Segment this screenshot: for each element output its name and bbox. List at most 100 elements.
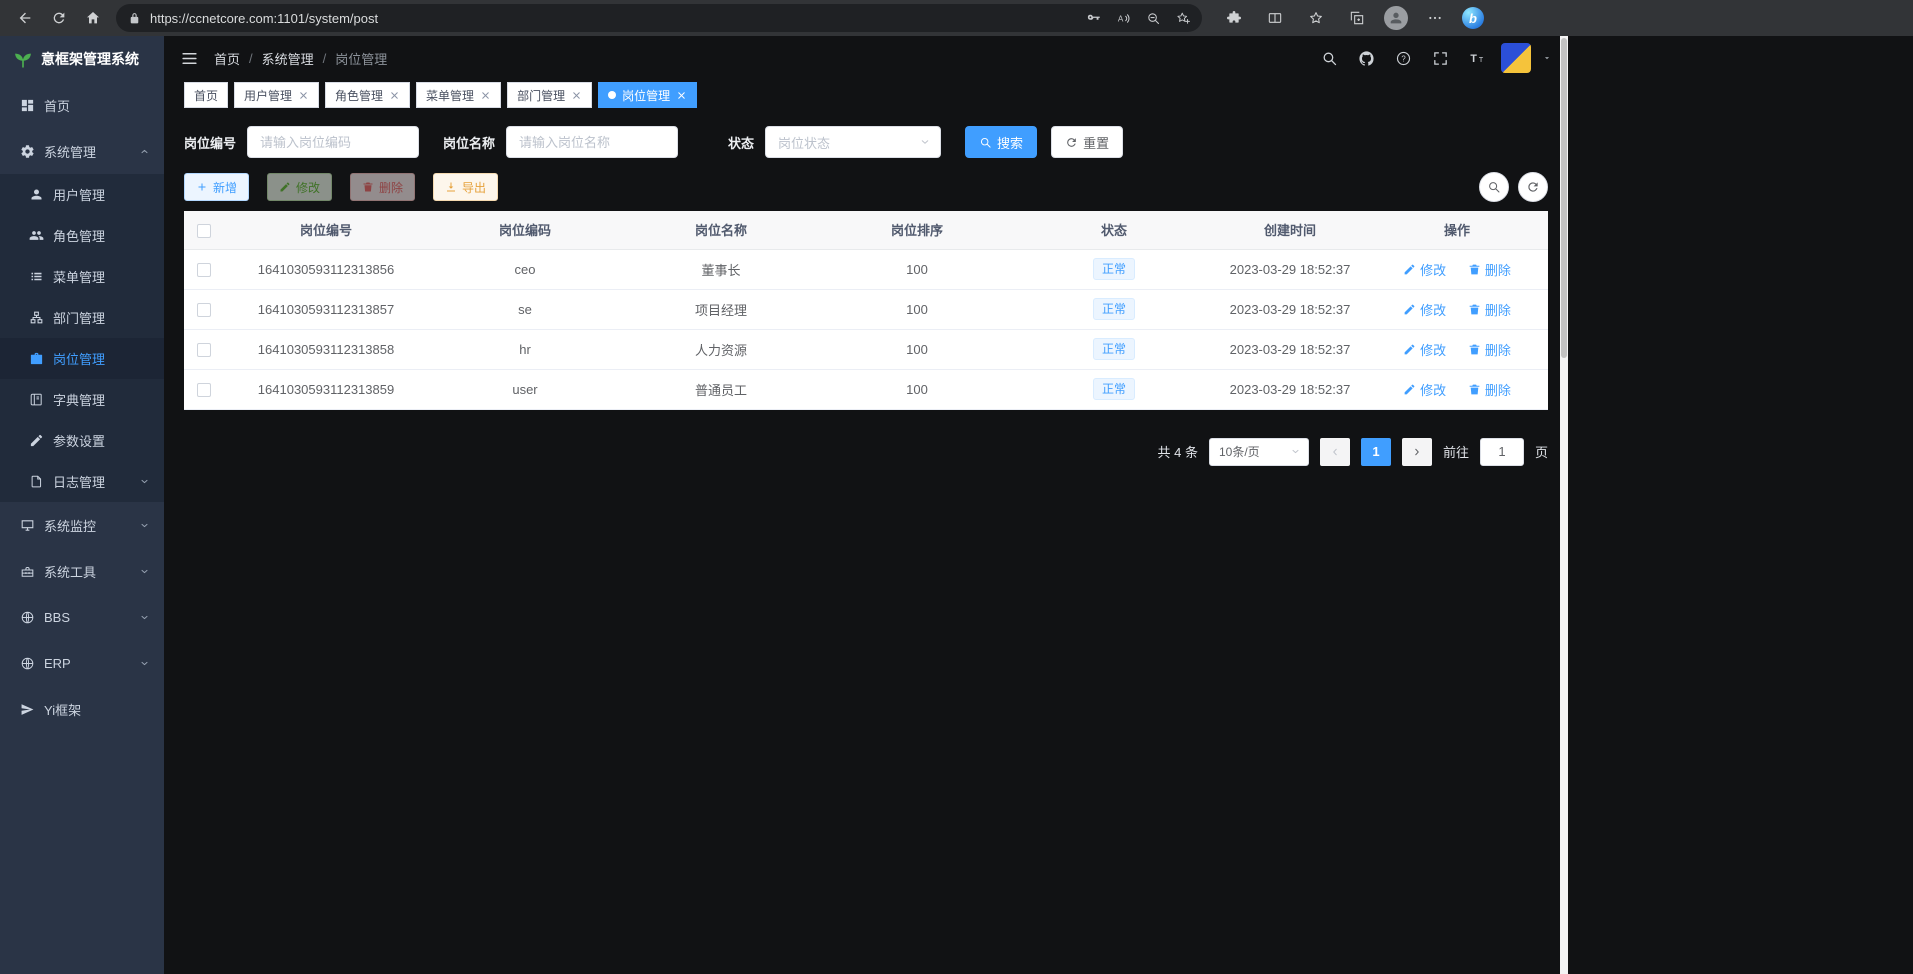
post-code-input[interactable] (247, 126, 419, 158)
sidebar-item-logs[interactable]: 日志管理 (0, 461, 164, 502)
extensions-button[interactable] (1220, 3, 1248, 33)
caret-down-icon[interactable] (1542, 53, 1552, 63)
close-icon[interactable] (571, 90, 582, 101)
close-icon[interactable] (480, 90, 491, 101)
close-icon[interactable] (298, 90, 309, 101)
edit-icon (1403, 303, 1416, 316)
add-button[interactable]: 新增 (184, 173, 249, 201)
page-number-button[interactable]: 1 (1361, 438, 1391, 466)
sidebar-item-home[interactable]: 首页 (0, 82, 164, 128)
sidebar-item-yi-framework[interactable]: Yi框架 (0, 686, 164, 732)
org-tree-icon (29, 310, 44, 325)
row-delete-link[interactable]: 删除 (1468, 260, 1511, 279)
cell-post-id: 1641030593112313858 (224, 329, 428, 369)
goto-page-input[interactable] (1480, 438, 1524, 466)
breadcrumb-home[interactable]: 首页 (214, 49, 240, 68)
sidebar-item-menus[interactable]: 菜单管理 (0, 256, 164, 297)
sidebar-item-posts[interactable]: 岗位管理 (0, 338, 164, 379)
edit-button[interactable]: 修改 (267, 173, 332, 201)
breadcrumb-system[interactable]: 系统管理 (262, 49, 314, 68)
tab-home[interactable]: 首页 (184, 82, 228, 108)
row-edit-link[interactable]: 修改 (1403, 260, 1446, 279)
read-aloud-button[interactable] (1108, 6, 1138, 30)
table-row[interactable]: 1641030593112313857 se 项目经理 100 正常 2023-… (184, 289, 1548, 329)
zoom-button[interactable] (1138, 6, 1168, 30)
user-avatar[interactable] (1501, 43, 1531, 73)
help-button[interactable] (1390, 45, 1416, 71)
refresh-table-button[interactable] (1518, 172, 1548, 202)
collapse-sidebar-icon[interactable] (180, 49, 199, 68)
table-row[interactable]: 1641030593112313859 user 普通员工 100 正常 202… (184, 369, 1548, 409)
post-name-input[interactable] (506, 126, 678, 158)
browser-menu-button[interactable] (1421, 3, 1449, 33)
row-delete-link[interactable]: 删除 (1468, 380, 1511, 399)
row-checkbox[interactable] (197, 303, 211, 317)
sidebar-item-roles[interactable]: 角色管理 (0, 215, 164, 256)
search-button[interactable]: 搜索 (965, 126, 1037, 158)
url-text[interactable]: https://ccnetcore.com:1101/system/post (150, 11, 1078, 26)
fullscreen-button[interactable] (1427, 45, 1453, 71)
row-edit-link[interactable]: 修改 (1403, 380, 1446, 399)
font-size-button[interactable] (1464, 45, 1490, 71)
book-icon (29, 392, 44, 407)
add-favorite-button[interactable] (1168, 6, 1198, 30)
row-delete-link[interactable]: 删除 (1468, 300, 1511, 319)
favorites-button[interactable] (1302, 3, 1330, 33)
row-edit-link[interactable]: 修改 (1403, 300, 1446, 319)
reset-button[interactable]: 重置 (1051, 126, 1123, 158)
collections-button[interactable] (1343, 3, 1371, 33)
row-checkbox[interactable] (197, 263, 211, 277)
tab-departments[interactable]: 部门管理 (507, 82, 592, 108)
chevron-down-icon (139, 612, 150, 623)
github-link[interactable] (1353, 45, 1379, 71)
table-row[interactable]: 1641030593112313858 hr 人力资源 100 正常 2023-… (184, 329, 1548, 369)
tab-menus[interactable]: 菜单管理 (416, 82, 501, 108)
row-checkbox[interactable] (197, 343, 211, 357)
select-all-checkbox[interactable] (197, 224, 211, 238)
show-search-toggle-button[interactable] (1479, 172, 1509, 202)
row-edit-link[interactable]: 修改 (1403, 340, 1446, 359)
close-icon[interactable] (389, 90, 400, 101)
browser-toolbar-right: b (1220, 3, 1484, 33)
sidebar: 意框架管理系统 首页 系统管理 用户管理 角色管理 菜单管理 (0, 36, 164, 974)
row-checkbox[interactable] (197, 383, 211, 397)
tab-roles[interactable]: 角色管理 (325, 82, 410, 108)
browser-refresh-button[interactable] (42, 3, 76, 33)
sidebar-item-departments[interactable]: 部门管理 (0, 297, 164, 338)
sidebar-item-users[interactable]: 用户管理 (0, 174, 164, 215)
lock-icon[interactable] (128, 12, 141, 25)
page-scrollbar[interactable] (1560, 36, 1568, 974)
cell-post-code: user (428, 369, 622, 409)
scrollbar-thumb[interactable] (1561, 38, 1567, 358)
delete-button[interactable]: 删除 (350, 173, 415, 201)
browser-profile-button[interactable] (1384, 6, 1408, 30)
key-icon (1086, 11, 1101, 26)
sidebar-item-parameters[interactable]: 参数设置 (0, 420, 164, 461)
cell-post-code: hr (428, 329, 622, 369)
sidebar-item-monitoring[interactable]: 系统监控 (0, 502, 164, 548)
next-page-button[interactable] (1402, 438, 1432, 466)
page-size-select[interactable]: 10条/页 (1209, 438, 1309, 466)
close-icon[interactable] (676, 90, 687, 101)
edit-icon (1403, 263, 1416, 276)
sidebar-item-bbs[interactable]: BBS (0, 594, 164, 640)
tab-posts-active[interactable]: 岗位管理 (598, 82, 697, 108)
saved-passwords-button[interactable] (1078, 6, 1108, 30)
sidebar-item-system[interactable]: 系统管理 (0, 128, 164, 174)
row-delete-link[interactable]: 删除 (1468, 340, 1511, 359)
address-bar[interactable]: https://ccnetcore.com:1101/system/post (116, 4, 1202, 32)
split-screen-button[interactable] (1261, 3, 1289, 33)
collections-icon (1349, 10, 1365, 26)
browser-home-button[interactable] (76, 3, 110, 33)
browser-back-button[interactable] (8, 3, 42, 33)
table-row[interactable]: 1641030593112313856 ceo 董事长 100 正常 2023-… (184, 249, 1548, 289)
header-search-button[interactable] (1316, 45, 1342, 71)
copilot-button[interactable]: b (1462, 7, 1484, 29)
tab-users[interactable]: 用户管理 (234, 82, 319, 108)
sidebar-item-tools[interactable]: 系统工具 (0, 548, 164, 594)
prev-page-button[interactable] (1320, 438, 1350, 466)
status-select[interactable]: 岗位状态 (765, 126, 941, 158)
sidebar-item-dictionaries[interactable]: 字典管理 (0, 379, 164, 420)
export-button[interactable]: 导出 (433, 173, 498, 201)
sidebar-item-erp[interactable]: ERP (0, 640, 164, 686)
